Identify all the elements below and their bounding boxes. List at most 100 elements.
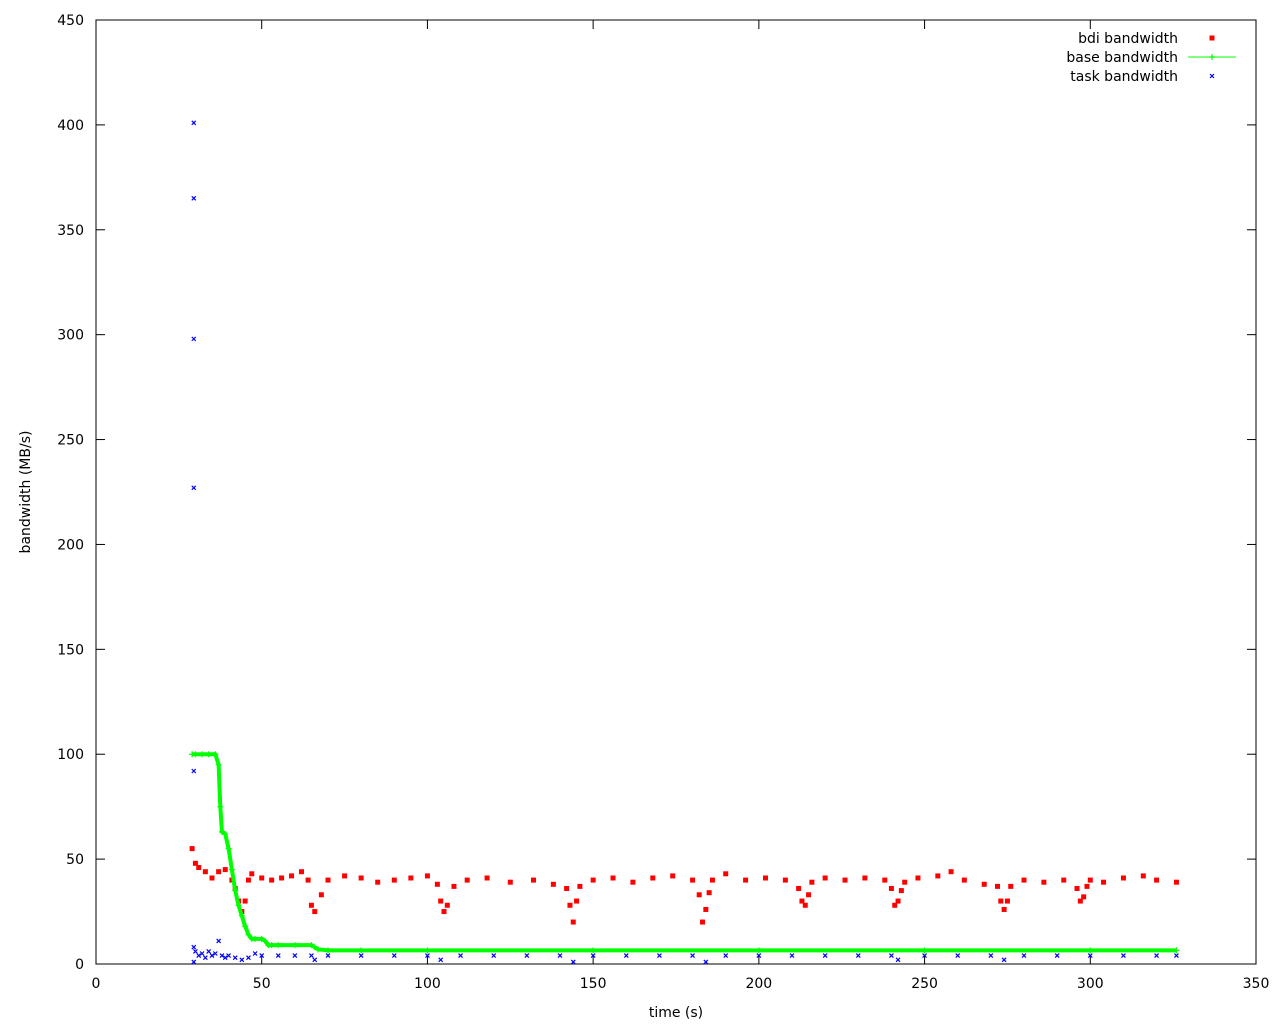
data-point <box>895 898 901 904</box>
data-point <box>822 953 828 959</box>
data-point <box>567 902 573 908</box>
x-tick-label: 150 <box>580 976 607 992</box>
data-point <box>706 890 712 896</box>
data-point <box>1101 879 1107 885</box>
data-point <box>935 873 941 879</box>
data-point <box>507 879 513 885</box>
data-point <box>438 957 444 963</box>
data-point <box>275 953 281 959</box>
data-point <box>888 885 894 891</box>
data-point <box>212 951 218 956</box>
data-point <box>690 953 695 959</box>
data-point <box>205 751 212 758</box>
data-point <box>199 751 206 758</box>
data-point <box>955 953 961 959</box>
data-point <box>484 875 490 881</box>
data-point <box>216 938 222 944</box>
x-tick-label: 100 <box>414 976 441 992</box>
data-point <box>444 902 450 908</box>
data-point <box>703 959 709 965</box>
data-point <box>882 877 888 883</box>
data-point <box>709 877 715 883</box>
data-point <box>199 951 205 956</box>
data-point <box>570 959 576 965</box>
data-point <box>342 873 348 879</box>
x-tick-label: 50 <box>253 976 271 992</box>
data-point <box>1021 877 1027 883</box>
data-point <box>216 869 222 875</box>
data-point <box>275 942 282 949</box>
data-point <box>1004 898 1010 904</box>
series-base-bandwidth <box>189 751 1180 954</box>
data-point <box>1120 875 1126 881</box>
data-point <box>206 948 212 954</box>
data-point <box>630 879 636 885</box>
data-point <box>889 953 894 959</box>
data-point <box>191 944 197 950</box>
data-point <box>325 877 331 883</box>
data-point <box>1061 877 1067 883</box>
data-point <box>1054 953 1060 959</box>
data-point <box>610 875 616 881</box>
data-point <box>202 869 208 875</box>
data-point <box>191 959 197 965</box>
data-point <box>1154 953 1159 959</box>
data-point <box>268 942 275 949</box>
data-point <box>1008 883 1014 889</box>
data-point <box>391 953 397 959</box>
legend-marker <box>1209 35 1215 41</box>
data-point <box>755 947 762 954</box>
legend-marker <box>1209 54 1215 60</box>
data-point <box>193 948 198 954</box>
data-point <box>222 867 228 873</box>
data-point <box>895 957 901 963</box>
y-tick-label: 50 <box>66 852 84 868</box>
data-point <box>308 902 314 908</box>
data-point <box>948 869 954 875</box>
data-point <box>196 865 202 871</box>
data-point <box>222 955 228 961</box>
data-point <box>464 877 470 883</box>
data-point <box>789 953 795 959</box>
data-point <box>806 892 812 898</box>
data-point <box>590 877 596 883</box>
data-point <box>1001 906 1007 912</box>
data-point <box>209 953 215 959</box>
y-tick-label: 300 <box>57 328 84 344</box>
data-point <box>305 877 311 883</box>
data-point <box>245 877 251 883</box>
data-point <box>375 879 381 885</box>
data-point <box>192 751 199 758</box>
data-point <box>232 955 238 961</box>
y-tick-label: 150 <box>57 642 84 658</box>
data-point <box>191 195 197 201</box>
legend-label: task bandwidth <box>1070 69 1178 85</box>
x-axis-label: time (s) <box>649 1005 703 1021</box>
data-point <box>279 875 285 881</box>
data-point <box>1021 953 1027 959</box>
y-tick-label: 400 <box>57 118 84 134</box>
data-point <box>358 953 364 959</box>
data-point <box>796 885 802 891</box>
data-point <box>524 953 530 959</box>
data-point <box>994 883 1000 889</box>
data-point <box>623 953 629 959</box>
data-point <box>259 875 265 881</box>
x-tick-label: 200 <box>745 976 772 992</box>
data-point <box>703 906 709 912</box>
data-point <box>239 957 245 963</box>
data-point <box>189 846 195 852</box>
data-point <box>252 935 259 942</box>
data-point <box>318 892 324 898</box>
data-point <box>723 871 729 877</box>
data-point <box>191 768 197 774</box>
data-point <box>451 883 457 889</box>
series-layer <box>189 120 1180 965</box>
y-axis-label: bandwidth (MB/s) <box>18 431 34 554</box>
data-point <box>358 875 364 881</box>
data-point <box>782 877 788 883</box>
data-point <box>252 951 258 956</box>
data-point <box>424 947 431 954</box>
data-point <box>590 947 597 954</box>
data-point <box>325 953 331 959</box>
